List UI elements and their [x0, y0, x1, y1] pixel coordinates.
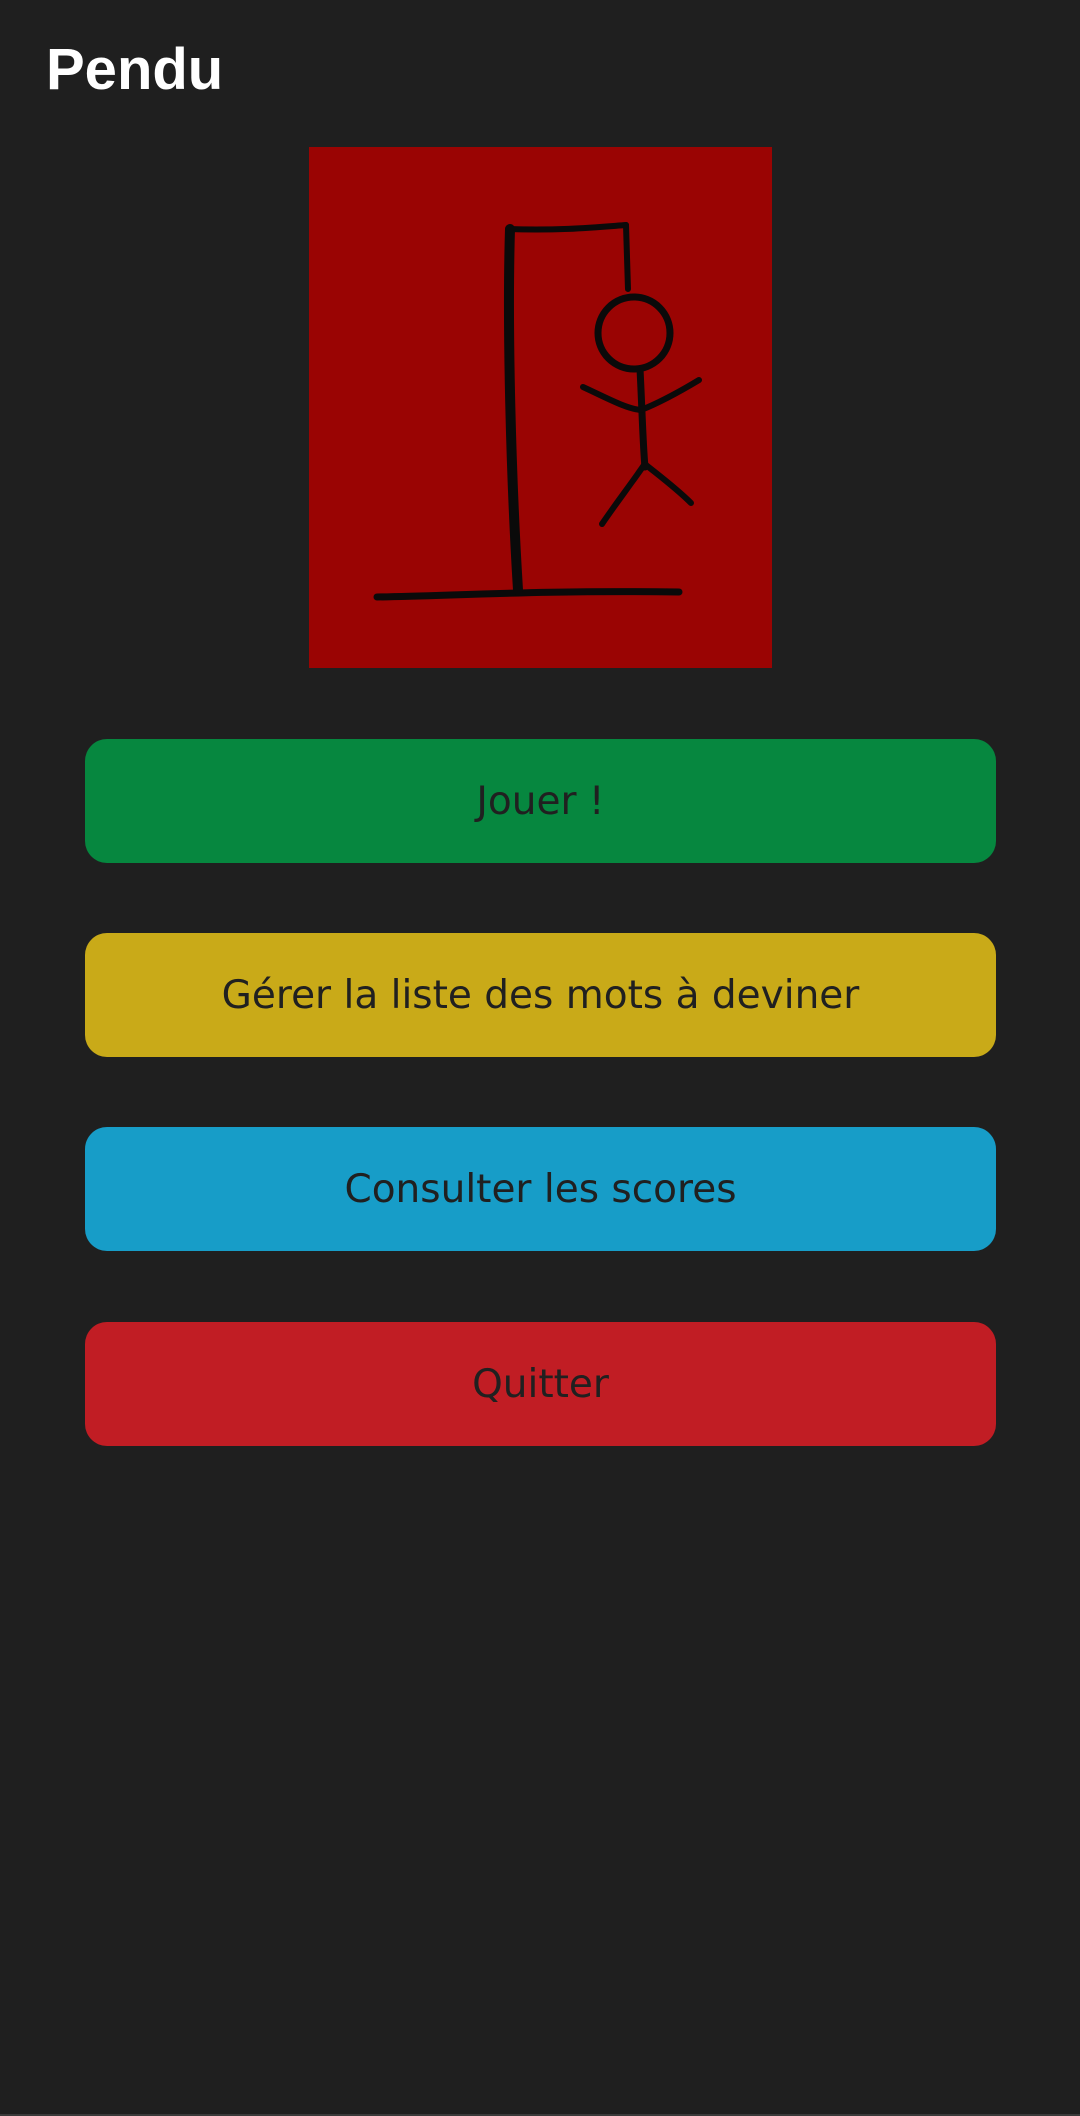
quit-button-label: Quitter [472, 1361, 609, 1407]
hangman-logo [309, 147, 772, 668]
manage-words-button-label: Gérer la liste des mots à deviner [221, 972, 860, 1018]
hangman-icon [373, 222, 702, 601]
main-screen: Pendu Jouer ! Gérer la liste des mots à … [0, 0, 1080, 2116]
manage-words-button[interactable]: Gérer la liste des mots à deviner [85, 933, 996, 1057]
app-title: Pendu [46, 37, 224, 102]
quit-button[interactable]: Quitter [85, 1322, 996, 1446]
scores-button[interactable]: Consulter les scores [85, 1127, 996, 1251]
scores-button-label: Consulter les scores [344, 1166, 737, 1212]
app-bar: Pendu [0, 0, 1080, 140]
play-button-label: Jouer ! [476, 778, 605, 824]
play-button[interactable]: Jouer ! [85, 739, 996, 863]
